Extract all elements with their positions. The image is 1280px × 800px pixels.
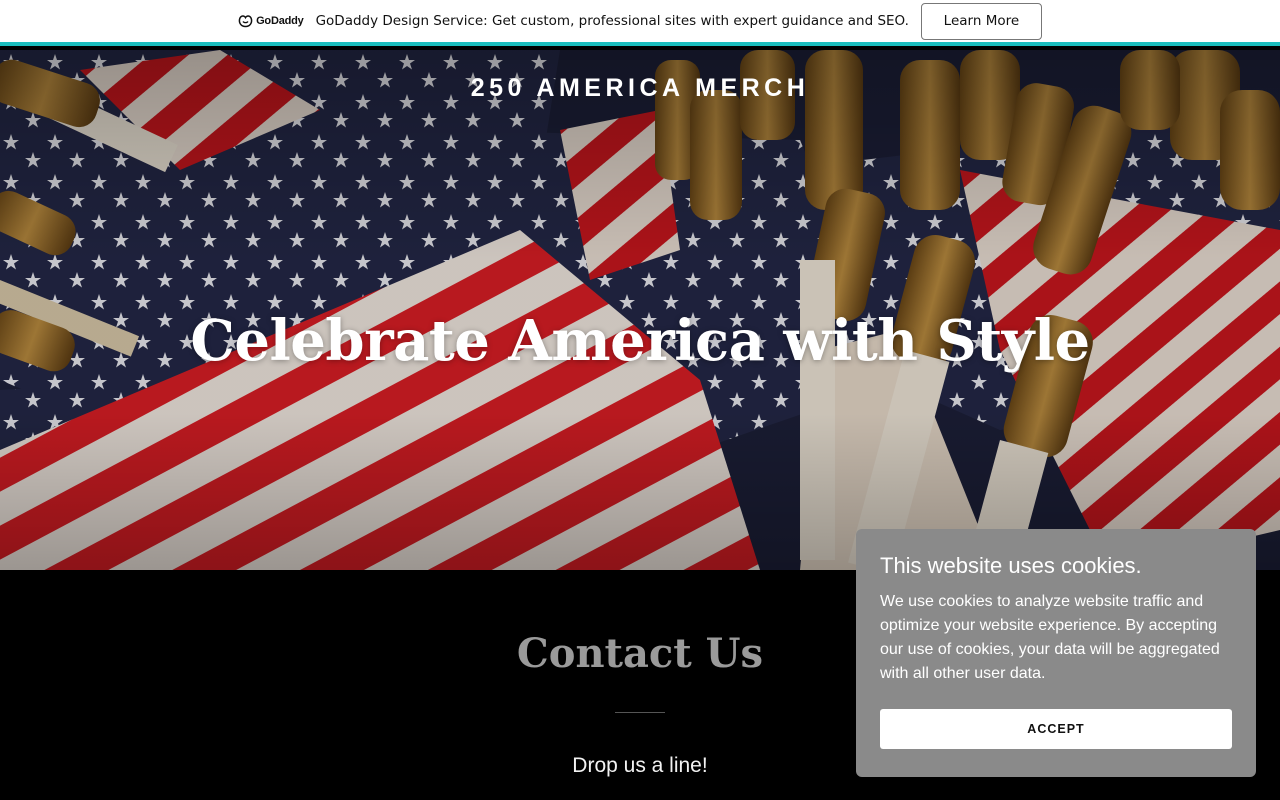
hero-heading: Celebrate America with Style [190,308,1090,374]
godaddy-logo-text: GoDaddy [256,15,304,27]
promo-bar: GoDaddy GoDaddy Design Service: Get cust… [0,0,1280,46]
cookie-banner-title: This website uses cookies. [880,553,1142,578]
cookie-banner: This website uses cookies. We use cookie… [856,529,1256,777]
accept-cookies-button[interactable]: ACCEPT [880,709,1232,749]
cookie-banner-body: We use cookies to analyze website traffi… [880,593,1220,682]
godaddy-logo-icon [238,15,253,28]
promo-bar-content: GoDaddy GoDaddy Design Service: Get cust… [238,0,1042,42]
learn-more-button[interactable]: Learn More [920,2,1042,40]
promo-message: GoDaddy Design Service: Get custom, prof… [315,13,909,29]
section-divider [615,712,665,713]
hero-section: 250 AMERICA MERCH Celebrate America with… [0,50,1280,570]
site-title[interactable]: 250 AMERICA MERCH [0,74,1280,103]
godaddy-logo: GoDaddy [238,14,304,28]
